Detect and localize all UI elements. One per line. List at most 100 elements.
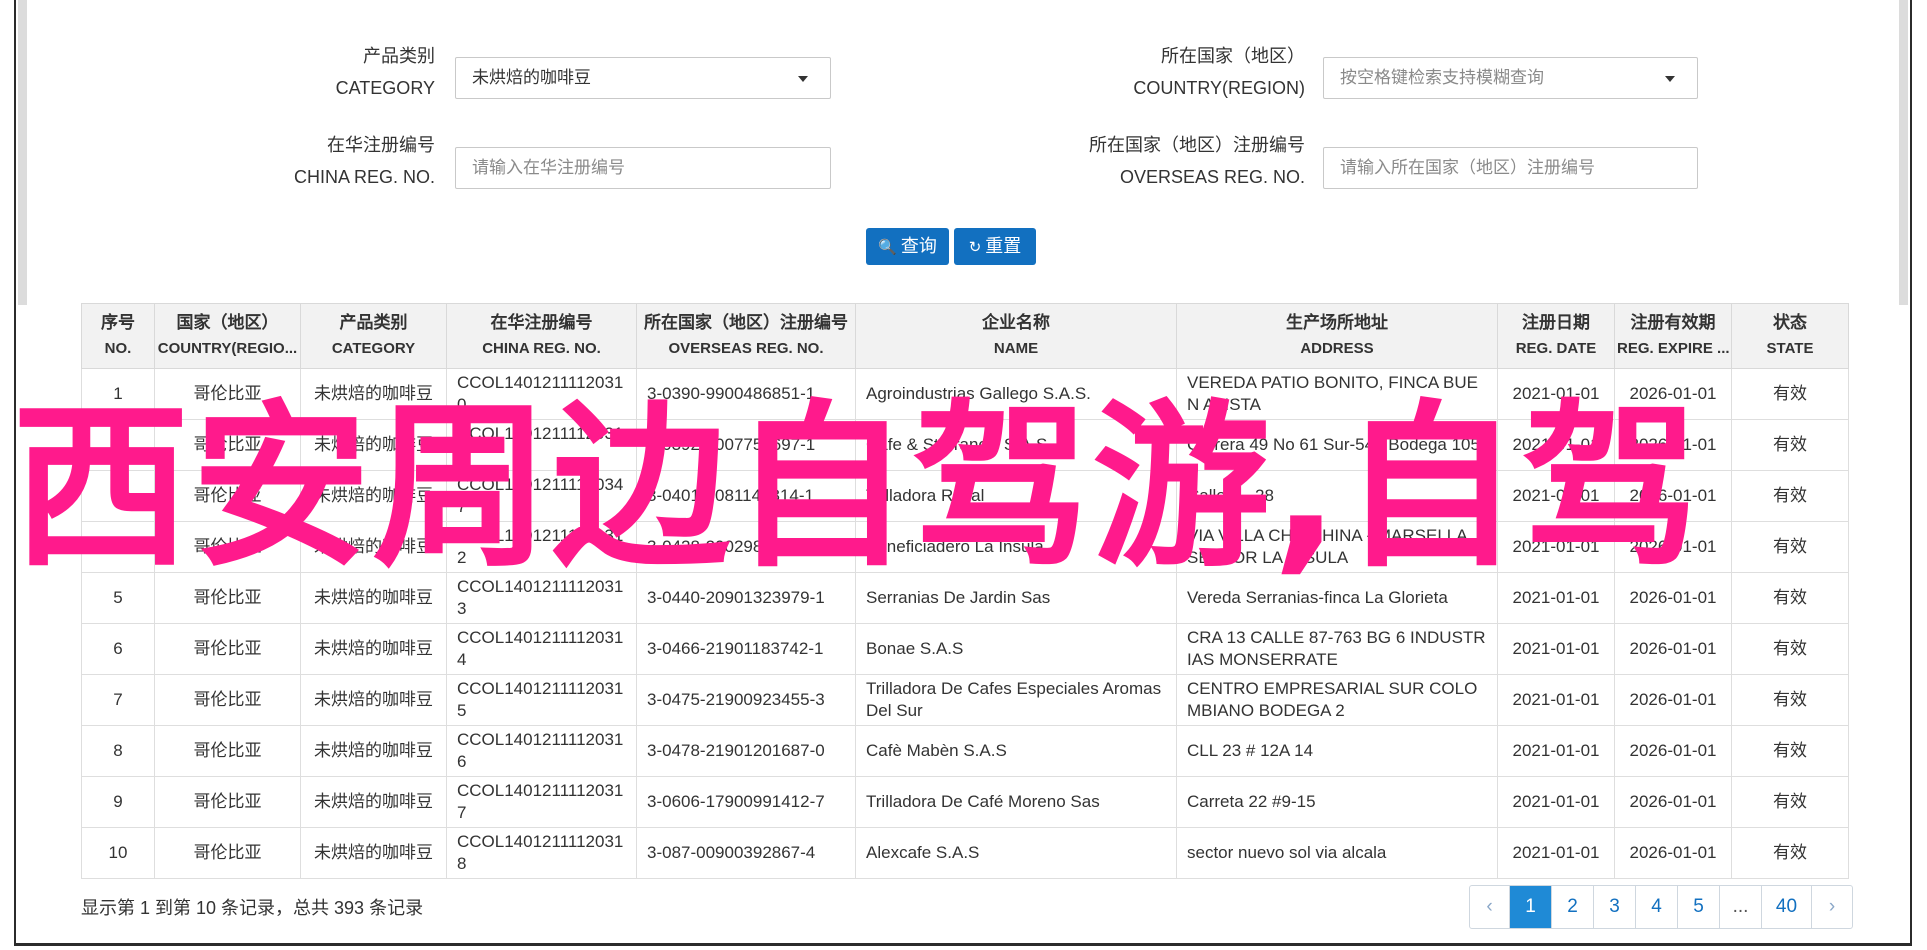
table-cell: 8 [81,725,155,777]
pagination-page-button[interactable]: 40 [1762,886,1812,928]
pagination-prev-button[interactable]: ‹ [1470,886,1510,928]
table-row[interactable]: 6 哥伦比亚 未烘焙的咖啡豆 CCOL14012111120314 3-0466-219… [81,623,1849,675]
table-cell: 3-087-00900392867-4 [636,827,856,879]
country-select[interactable]: 按空格键检索支持模糊查询 [1323,57,1698,99]
right-scrollbar[interactable] [1899,0,1908,305]
chevron-down-icon [798,76,808,82]
china-reg-placeholder: 请输入在华注册编号 [472,158,625,177]
country-select-placeholder: 按空格键检索支持模糊查询 [1340,68,1544,87]
country-label: 所在国家（地区） COUNTRY(REGION) [1060,40,1305,104]
table-cell: CLL 23 # 12A 14 [1176,725,1498,777]
pagination-page-button[interactable]: 3 [1594,886,1636,928]
category-label-en: CATEGORY [335,78,435,98]
china-reg-input[interactable]: 请输入在华注册编号 [455,147,831,189]
column-header-en: CATEGORY [331,340,416,357]
reset-button-label: 重置 [985,236,1022,256]
reset-button[interactable]: ↻ 重置 [954,228,1036,265]
table-cell: 2026-01-01 [1614,827,1732,879]
table-cell: 哥伦比亚 [154,827,301,879]
table-cell: 2026-01-01 [1614,725,1732,777]
chevron-down-icon [1665,76,1675,82]
pagination-next-button[interactable]: › [1812,886,1852,928]
table-cell: 未烘焙的咖啡豆 [300,776,447,828]
column-header: 企业名称 NAME [855,303,1177,369]
table-cell: 3-0475-21900923455-3 [636,674,856,726]
column-header: 注册有效期 REG. EXPIRE ... [1614,303,1732,369]
column-header-cn: 序号 [101,313,135,332]
column-header: 状态 STATE [1731,303,1849,369]
table-cell: 未烘焙的咖啡豆 [300,725,447,777]
table-header-row: 序号 NO. 国家（地区） COUNTRY(REGIO... 产品类别 CATEGORY 在… [81,303,1849,369]
column-header-cn: 注册日期 [1522,313,1590,332]
table-cell: 3-0466-21901183742-1 [636,623,856,675]
column-header-cn: 产品类别 [339,313,408,332]
overseas-reg-label-cn: 所在国家（地区）注册编号 [1089,135,1305,155]
table-cell: 哥伦比亚 [154,674,301,726]
column-header-en: CHINA REG. NO. [482,340,601,357]
table-cell: CCOL14012111120317 [446,776,637,828]
table-cell: 哥伦比亚 [154,725,301,777]
search-button[interactable]: 🔍 查询 [866,228,949,265]
pagination-page-button[interactable]: ... [1720,886,1762,928]
table-cell: 7 [81,674,155,726]
column-header: 注册日期 REG. DATE [1497,303,1615,369]
column-header-cn: 生产场所地址 [1286,313,1388,332]
table-cell: 有效 [1731,572,1849,624]
search-button-label: 查询 [900,236,937,256]
category-select[interactable]: 未烘焙的咖啡豆 [455,57,831,99]
column-header: 在华注册编号 CHINA REG. NO. [446,303,637,369]
pagination-page-button[interactable]: 4 [1636,886,1678,928]
table-cell: Trilladora De Cafes Especiales Aromas De… [855,674,1177,726]
column-header: 产品类别 CATEGORY [300,303,447,369]
country-label-en: COUNTRY(REGION) [1133,78,1305,98]
table-cell: Carreta 22 #9-15 [1176,776,1498,828]
table-row[interactable]: 8 哥伦比亚 未烘焙的咖啡豆 CCOL14012111120316 3-0478-219… [81,725,1849,777]
table-cell: CCOL14012111120316 [446,725,637,777]
column-header-cn: 状态 [1773,313,1807,332]
column-header-cn: 注册有效期 [1630,313,1716,332]
table-cell: 2026-01-01 [1614,674,1732,726]
table-cell: 2021-01-01 [1497,623,1615,675]
table-cell: 3-0606-17900991412-7 [636,776,856,828]
column-header-en: COUNTRY(REGIO... [157,340,298,357]
table-cell: CENTRO EMPRESARIAL SUR COLOMBIANO BODEGA… [1176,674,1498,726]
table-cell: Trilladora De Café Moreno Sas [855,776,1177,828]
table-cell: 9 [81,776,155,828]
table-cell: sector nuevo sol via alcala [1176,827,1498,879]
table-cell: 有效 [1731,827,1849,879]
table-cell: 有效 [1731,521,1849,573]
table-cell: 哥伦比亚 [154,623,301,675]
table-cell: CCOL14012111120314 [446,623,637,675]
table-cell: 有效 [1731,776,1849,828]
left-scrollbar[interactable] [18,0,27,305]
overseas-reg-input[interactable]: 请输入所在国家（地区）注册编号 [1323,147,1698,189]
overseas-reg-label: 所在国家（地区）注册编号 OVERSEAS REG. NO. [1060,129,1305,193]
watermark-text: 西安周边自驾游,自驾 [12,384,1702,591]
table-cell: 2026-01-01 [1614,623,1732,675]
table-cell: Bonae S.A.S [855,623,1177,675]
table-row[interactable]: 7 哥伦比亚 未烘焙的咖啡豆 CCOL14012111120315 3-0475-219… [81,674,1849,726]
column-header-cn: 所在国家（地区）注册编号 [644,313,848,332]
column-header: 国家（地区） COUNTRY(REGIO... [154,303,301,369]
table-cell: 2021-01-01 [1497,827,1615,879]
table-cell: 有效 [1731,674,1849,726]
category-label: 产品类别 CATEGORY [230,40,435,104]
table-cell: 10 [81,827,155,879]
table-cell: 未烘焙的咖啡豆 [300,674,447,726]
category-select-value: 未烘焙的咖啡豆 [472,68,591,87]
table-cell: 2026-01-01 [1614,776,1732,828]
pagination-page-button[interactable]: 5 [1678,886,1720,928]
table-row[interactable]: 10 哥伦比亚 未烘焙的咖啡豆 CCOL14012111120318 3-087-009… [81,827,1849,879]
table-cell: Cafè Mabèn S.A.S [855,725,1177,777]
table-cell: CRA 13 CALLE 87-763 BG 6 INDUSTRIAS MONS… [1176,623,1498,675]
pagination-page-button[interactable]: 1 [1510,886,1552,928]
table-cell: 有效 [1731,419,1849,471]
search-icon: 🔍 [878,239,897,256]
overseas-reg-placeholder: 请输入所在国家（地区）注册编号 [1340,158,1595,177]
table-row[interactable]: 9 哥伦比亚 未烘焙的咖啡豆 CCOL14012111120317 3-0606-179… [81,776,1849,828]
pagination-page-button[interactable]: 2 [1552,886,1594,928]
table-cell: 2021-01-01 [1497,725,1615,777]
column-header-cn: 企业名称 [982,313,1050,332]
china-reg-label-en: CHINA REG. NO. [293,167,435,187]
column-header: 生产场所地址 ADDRESS [1176,303,1498,369]
